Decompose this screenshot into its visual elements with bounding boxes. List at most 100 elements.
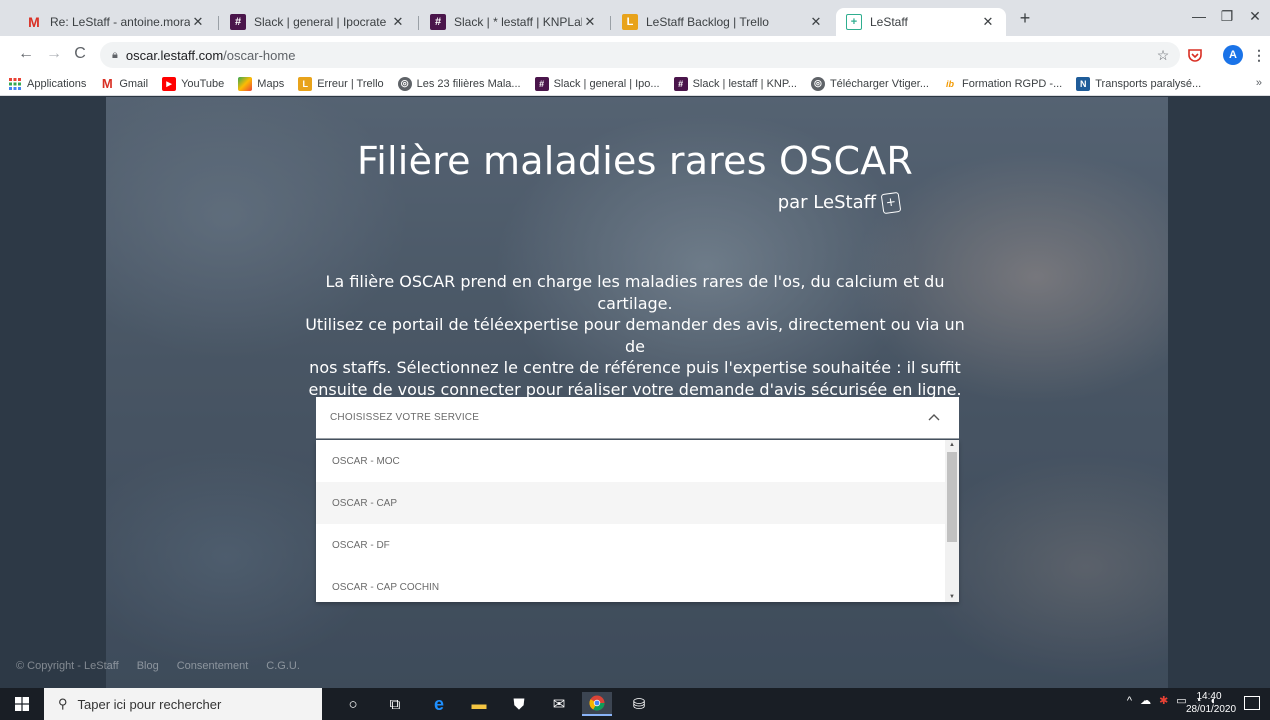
trello-icon: L: [298, 76, 313, 91]
bookmark-slack-knp[interactable]: # Slack | lestaff | KNP...: [673, 76, 797, 91]
edge-browser-icon[interactable]: e: [424, 692, 454, 716]
gmail-icon: M: [101, 76, 113, 91]
footer-copyright: © Copyright - LeStaff: [16, 660, 119, 672]
intro-line: La filière OSCAR prend en charge les mal…: [325, 272, 945, 313]
bookmark-star-icon[interactable]: ☆: [1152, 44, 1174, 66]
tab-lestaff[interactable]: + LeStaff ✕: [836, 8, 1006, 36]
app-icon[interactable]: ⛁: [624, 692, 654, 716]
forward-arrow-icon[interactable]: →: [44, 44, 64, 64]
bookmark-maps[interactable]: Maps: [238, 76, 284, 91]
tab-separator: [610, 16, 611, 30]
onedrive-icon[interactable]: ☁: [1140, 694, 1151, 707]
browser-toolbar: ← → C 🔒︎ oscar.lestaff.com/oscar-home ☆ …: [0, 36, 1270, 72]
pocket-extension-icon[interactable]: [1184, 44, 1206, 66]
taskbar-clock[interactable]: 14:40 28/01/2020: [1186, 690, 1237, 716]
bookmark-gmail[interactable]: M Gmail: [100, 76, 148, 91]
bookmarks-overflow-icon[interactable]: »: [1256, 77, 1262, 89]
bookmark-label: Applications: [27, 77, 87, 90]
intro-line: Utilisez ce portail de téléexpertise pou…: [305, 315, 965, 356]
windows-start-icon[interactable]: [0, 688, 44, 720]
service-option-moc[interactable]: OSCAR - MOC: [316, 440, 945, 482]
dropdown-scrollbar[interactable]: ▲ ▼: [945, 440, 959, 602]
bookmark-label: Slack | lestaff | KNP...: [692, 77, 797, 90]
profile-avatar[interactable]: A: [1222, 44, 1244, 66]
bookmark-vtiger[interactable]: ◎ Télécharger Vtiger...: [810, 76, 929, 91]
store-icon[interactable]: ⛊: [504, 692, 534, 716]
bookmark-label: Télécharger Vtiger...: [829, 77, 929, 90]
tab-gmail[interactable]: M Re: LeStaff - antoine.morant@ipo ✕: [16, 8, 216, 36]
address-bar[interactable]: 🔒︎ oscar.lestaff.com/oscar-home: [100, 42, 1180, 68]
more-menu-icon[interactable]: ⋮: [1248, 44, 1270, 66]
scroll-up-icon[interactable]: ▲: [949, 442, 955, 448]
apps-grid-icon: [8, 77, 22, 91]
bookmark-transports[interactable]: N Transports paralysé...: [1076, 76, 1202, 91]
tab-title: Re: LeStaff - antoine.morant@ipo: [50, 15, 190, 29]
reload-icon[interactable]: C: [70, 44, 90, 64]
notification-icon[interactable]: [1244, 696, 1260, 710]
service-option-cap-cochin[interactable]: OSCAR - CAP COCHIN: [316, 566, 945, 602]
url-host: oscar.lestaff.com: [125, 47, 224, 63]
lestaff-icon: +: [846, 14, 862, 30]
slack-icon: #: [230, 14, 246, 30]
close-icon[interactable]: ✕: [190, 14, 206, 30]
bookmark-label: Erreur | Trello: [317, 77, 384, 90]
service-option-df[interactable]: OSCAR - DF: [316, 524, 945, 566]
restore-icon[interactable]: ❐: [1212, 8, 1242, 30]
trello-icon: L: [622, 14, 638, 30]
dropbox-icon[interactable]: ✱: [1159, 694, 1168, 707]
footer-link-consent[interactable]: Consentement: [177, 660, 249, 672]
window-close-icon[interactable]: ✕: [1240, 8, 1270, 30]
chrome-icon[interactable]: [582, 692, 612, 716]
tab-slack-ipocrate[interactable]: # Slack | general | Ipocrate ✕: [220, 8, 416, 36]
clock-time: 14:40: [1196, 691, 1222, 702]
gmail-icon: M: [28, 14, 40, 30]
footer-link-blog[interactable]: Blog: [137, 660, 159, 672]
tab-separator: [218, 16, 219, 30]
scroll-down-icon[interactable]: ▼: [949, 594, 955, 600]
clock-date: 28/01/2020: [1186, 704, 1237, 715]
mail-icon[interactable]: ✉: [544, 692, 574, 716]
tab-title: Slack | general | Ipocrate: [254, 15, 387, 29]
close-icon[interactable]: ✕: [808, 14, 824, 30]
footer-link-cgu[interactable]: C.G.U.: [266, 660, 300, 672]
chevron-up-icon: [928, 414, 940, 421]
minimize-icon[interactable]: —: [1184, 8, 1214, 30]
page-content: Filière maladies rares OSCAR par LeStaff…: [0, 97, 1270, 688]
bookmark-filieres[interactable]: ◎ Les 23 filières Mala...: [397, 76, 521, 91]
taskbar-search-input[interactable]: ⚲ Taper ici pour rechercher: [44, 688, 322, 720]
intro-paragraph: La filière OSCAR prend en charge les mal…: [300, 271, 970, 400]
bookmark-applications[interactable]: Applications: [8, 77, 86, 91]
bookmark-label: Formation RGPD -...: [962, 77, 1063, 90]
back-arrow-icon[interactable]: ←: [16, 44, 36, 64]
service-option-cap[interactable]: OSCAR - CAP: [316, 482, 945, 524]
slack-icon: #: [534, 76, 549, 91]
bookmark-slack-ipo[interactable]: # Slack | general | Ipo...: [534, 76, 660, 91]
youtube-icon: ▶: [162, 76, 177, 91]
service-select[interactable]: CHOISISSEZ VOTRE SERVICE: [316, 397, 959, 439]
globe-icon: ◎: [810, 76, 825, 91]
bookmark-label: Transports paralysé...: [1095, 77, 1202, 90]
tab-title: LeStaff Backlog | Trello: [646, 15, 769, 29]
page-subtitle: par LeStaff +: [700, 191, 902, 214]
close-icon[interactable]: ✕: [390, 14, 406, 30]
page-footer: © Copyright - LeStaff Blog Consentement …: [16, 660, 318, 672]
task-view-icon[interactable]: ⧉: [380, 692, 410, 716]
bookmark-youtube[interactable]: ▶ YouTube: [162, 76, 225, 91]
bookmark-erreur-trello[interactable]: L Erreur | Trello: [298, 76, 384, 91]
chevron-up-icon[interactable]: ^: [1127, 695, 1132, 707]
page-title: Filière maladies rares OSCAR: [357, 139, 913, 183]
browser-tab-strip: M Re: LeStaff - antoine.morant@ipo ✕ # S…: [0, 0, 1270, 36]
bookmark-label: YouTube: [181, 77, 225, 90]
close-icon[interactable]: ✕: [980, 14, 996, 30]
cortana-icon[interactable]: ○: [338, 692, 368, 716]
lestaff-logo-icon: +: [880, 191, 902, 214]
new-tab-button[interactable]: +: [1010, 8, 1040, 30]
tab-slack-knplabs[interactable]: # Slack | * lestaff | KNPLabs ✕: [420, 8, 608, 36]
file-explorer-icon[interactable]: ▬: [464, 692, 494, 716]
tab-trello[interactable]: L LeStaff Backlog | Trello ✕: [612, 8, 834, 36]
intro-line: nos staffs. Sélectionnez le centre de ré…: [309, 358, 961, 377]
close-icon[interactable]: ✕: [582, 14, 598, 30]
scrollbar-thumb[interactable]: [947, 452, 957, 542]
maps-icon: [238, 76, 253, 91]
bookmark-rgpd[interactable]: ib Formation RGPD -...: [943, 77, 1062, 91]
